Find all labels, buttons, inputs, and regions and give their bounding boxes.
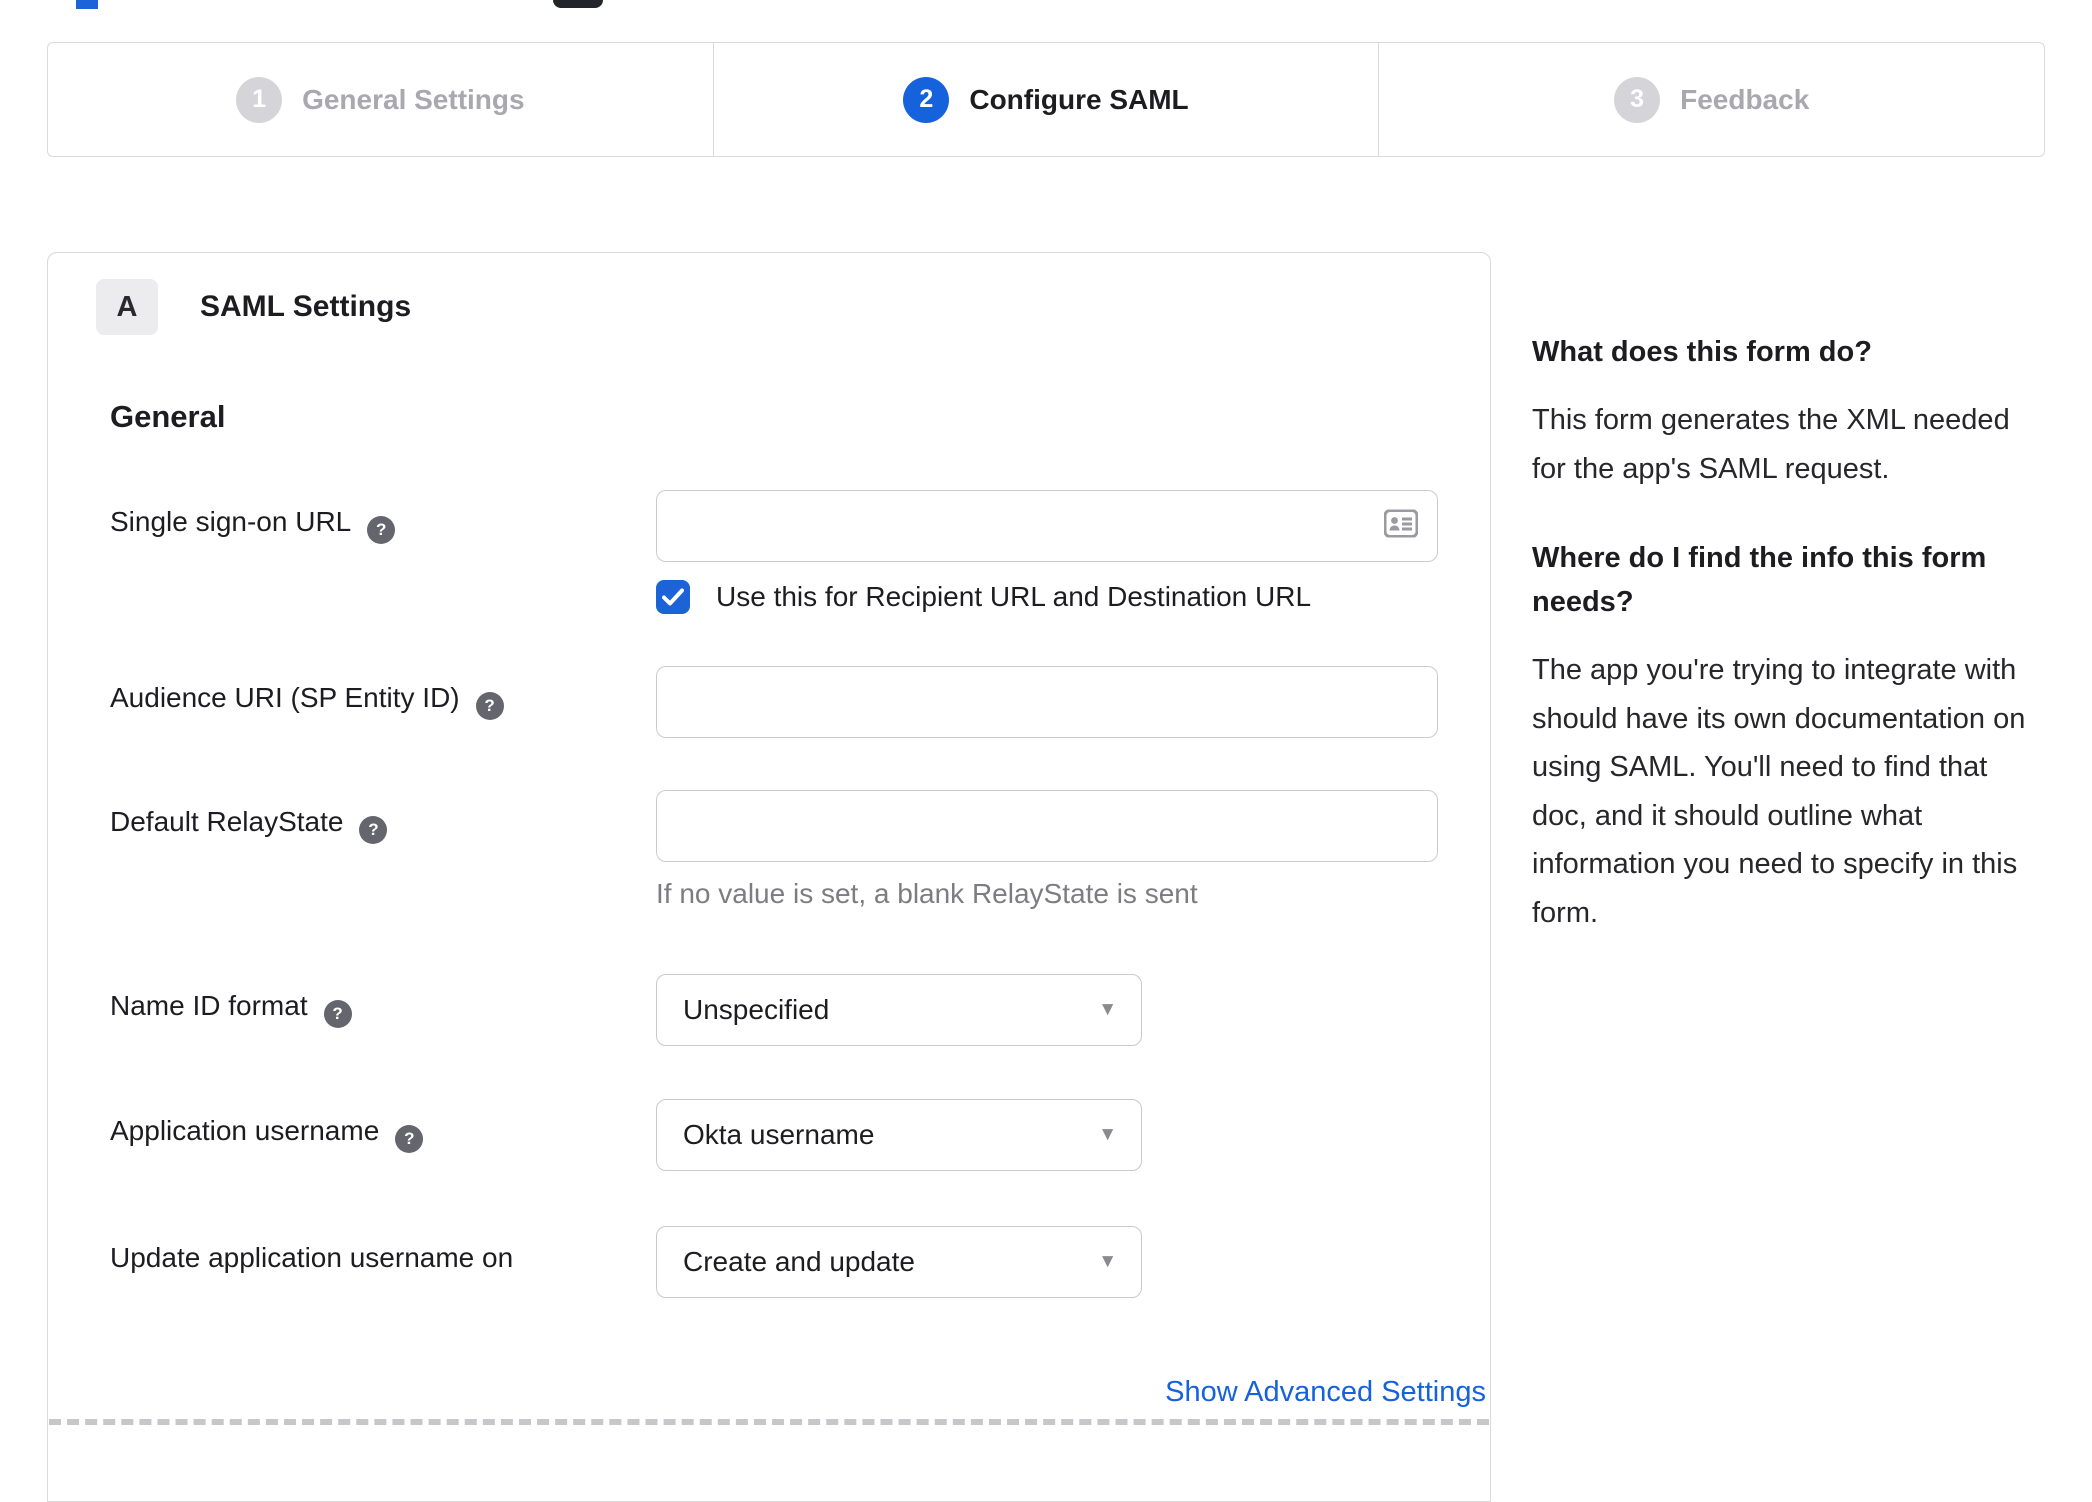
sso-url-help-icon[interactable]: ? xyxy=(367,516,396,544)
logo-fragment xyxy=(76,0,98,9)
step-configure-saml[interactable]: 2 Configure SAML xyxy=(712,43,1379,156)
icon-fragment xyxy=(553,0,603,8)
audience-uri-help-icon[interactable]: ? xyxy=(475,692,504,720)
nameid-format-select[interactable]: Unspecified ▼ xyxy=(656,974,1142,1046)
general-section-title: General xyxy=(110,399,226,434)
panel-title: SAML Settings xyxy=(200,290,412,323)
nameid-format-label: Name ID format? xyxy=(110,974,656,1046)
app-username-label-text: Application username xyxy=(110,1115,380,1146)
nameid-format-row: Name ID format? Unspecified ▼ xyxy=(110,974,1436,1046)
step-feedback[interactable]: 3 Feedback xyxy=(1378,43,2044,156)
app-username-value: Okta username xyxy=(683,1119,875,1150)
chevron-down-icon: ▼ xyxy=(1098,999,1117,1020)
nameid-format-value: Unspecified xyxy=(683,994,830,1025)
step-3-circle: 3 xyxy=(1614,76,1661,123)
relaystate-helper-text: If no value is set, a blank RelayState i… xyxy=(656,878,1198,909)
help-answer-2: The app you're trying to integrate with … xyxy=(1532,654,2026,929)
relaystate-label-text: Default RelayState xyxy=(110,806,344,837)
sso-url-row: Single sign-on URL? Use this for Recipie… xyxy=(110,490,1438,614)
nameid-format-label-text: Name ID format xyxy=(110,990,308,1021)
audience-uri-label-text: Audience URI (SP Entity ID) xyxy=(110,682,460,713)
update-username-row: Update application username on Create an… xyxy=(110,1226,1436,1298)
help-answer-1: This form generates the XML needed for t… xyxy=(1532,404,2010,485)
help-sidebar: What does this form do? This form genera… xyxy=(1532,330,2040,937)
section-a-badge: A xyxy=(96,279,158,335)
relaystate-row: Default RelayState? If no value is set, … xyxy=(110,790,1438,910)
app-username-label: Application username? xyxy=(110,1099,656,1171)
wizard-stepper: 1 General Settings 2 Configure SAML 3 Fe… xyxy=(47,42,2045,157)
step-2-label: Configure SAML xyxy=(969,83,1189,115)
contact-card-icon[interactable] xyxy=(1383,509,1419,543)
help-question-2: Where do I find the info this form needs… xyxy=(1532,542,1987,618)
audience-uri-label: Audience URI (SP Entity ID)? xyxy=(110,666,656,738)
show-advanced-settings-link[interactable]: Show Advanced Settings xyxy=(1165,1376,1486,1408)
audience-uri-row: Audience URI (SP Entity ID)? xyxy=(110,666,1438,738)
step-1-circle: 1 xyxy=(236,76,283,123)
chevron-down-icon: ▼ xyxy=(1098,1124,1117,1145)
recipient-url-checkbox-label[interactable]: Use this for Recipient URL and Destinati… xyxy=(716,581,1311,613)
app-username-row: Application username? Okta username ▼ xyxy=(110,1099,1436,1171)
step-2-circle: 2 xyxy=(903,76,950,123)
section-dashed-divider xyxy=(49,1419,1489,1426)
sso-url-input[interactable] xyxy=(656,490,1438,562)
relaystate-input[interactable] xyxy=(656,790,1438,862)
app-username-select[interactable]: Okta username ▼ xyxy=(656,1099,1142,1171)
step-general-settings[interactable]: 1 General Settings xyxy=(48,43,713,156)
app-username-help-icon[interactable]: ? xyxy=(395,1125,424,1153)
update-username-select[interactable]: Create and update ▼ xyxy=(656,1226,1142,1298)
update-username-label: Update application username on xyxy=(110,1226,656,1298)
update-username-value: Create and update xyxy=(683,1246,915,1277)
sso-url-label-text: Single sign-on URL xyxy=(110,506,352,537)
relaystate-label: Default RelayState? xyxy=(110,790,656,910)
help-question-1: What does this form do? xyxy=(1532,336,1872,368)
step-3-label: Feedback xyxy=(1680,83,1810,115)
update-username-label-text: Update application username on xyxy=(110,1242,514,1273)
audience-uri-input[interactable] xyxy=(656,666,1438,738)
recipient-url-checkbox[interactable] xyxy=(656,580,690,614)
saml-settings-panel: A SAML Settings General Single sign-on U… xyxy=(47,252,1491,1502)
checkmark-icon xyxy=(662,588,684,606)
chevron-down-icon: ▼ xyxy=(1098,1251,1117,1272)
nameid-format-help-icon[interactable]: ? xyxy=(323,1000,352,1028)
relaystate-help-icon[interactable]: ? xyxy=(359,816,388,844)
sso-url-label: Single sign-on URL? xyxy=(110,490,656,614)
step-1-label: General Settings xyxy=(302,83,525,115)
